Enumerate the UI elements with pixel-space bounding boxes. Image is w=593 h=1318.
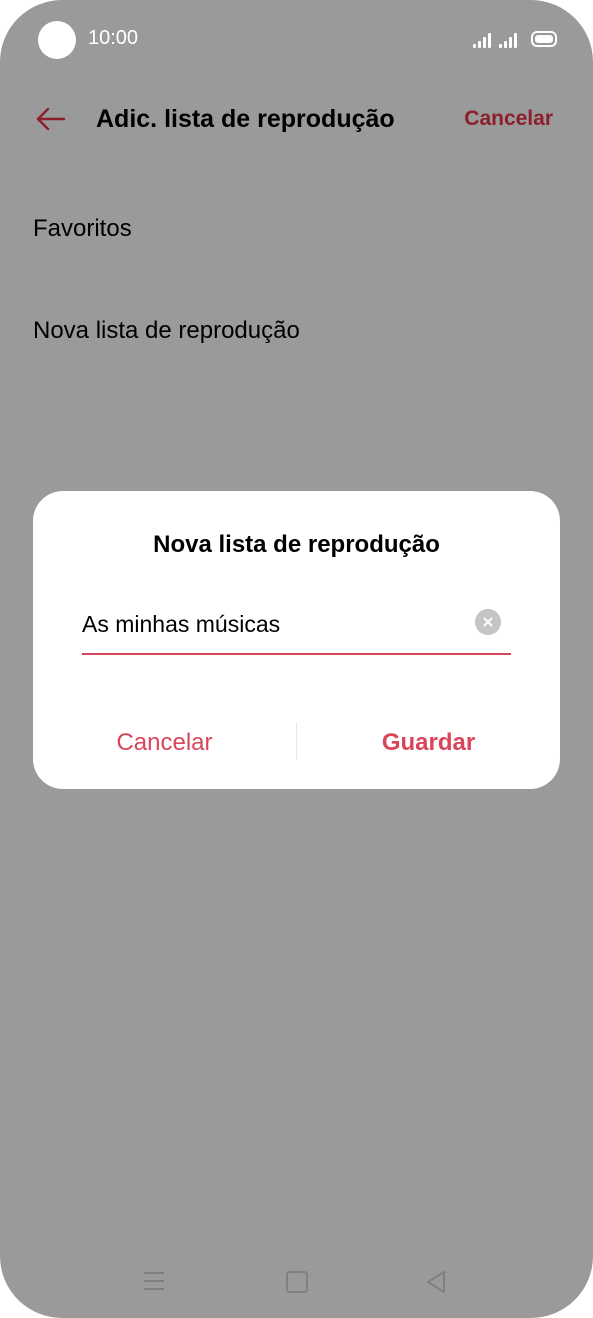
new-playlist-dialog: Nova lista de reprodução Cancelar Guarda… — [33, 491, 560, 789]
arrow-left-icon[interactable] — [34, 102, 68, 136]
status-bar: 10:00 — [0, 0, 593, 80]
phone-screen: 10:00 Adic. lista de reprodução Cancelar… — [0, 0, 593, 1318]
front-camera — [38, 21, 76, 59]
recent-apps-icon[interactable] — [144, 1272, 164, 1290]
back-triangle-icon[interactable] — [425, 1270, 447, 1294]
signal-icon — [499, 32, 517, 48]
app-bar: Adic. lista de reprodução Cancelar — [0, 90, 593, 150]
clear-icon[interactable] — [475, 609, 501, 635]
save-button[interactable]: Guardar — [297, 728, 560, 758]
list-item-new-playlist[interactable]: Nova lista de reprodução — [33, 316, 300, 346]
signal-icon — [473, 32, 491, 48]
page-title: Adic. lista de reprodução — [96, 105, 395, 133]
playlist-name-input[interactable] — [82, 609, 462, 639]
status-time: 10:00 — [88, 27, 139, 49]
playlist-name-field — [82, 601, 511, 655]
dialog-title: Nova lista de reprodução — [153, 531, 440, 558]
cancel-button[interactable]: Cancelar — [464, 106, 553, 132]
home-icon[interactable] — [286, 1271, 308, 1293]
list-item-favoritos[interactable]: Favoritos — [33, 214, 132, 244]
dialog-cancel-button[interactable]: Cancelar — [33, 728, 296, 758]
navigation-bar — [0, 1262, 593, 1302]
battery-icon — [531, 31, 557, 47]
status-icons — [473, 28, 557, 48]
